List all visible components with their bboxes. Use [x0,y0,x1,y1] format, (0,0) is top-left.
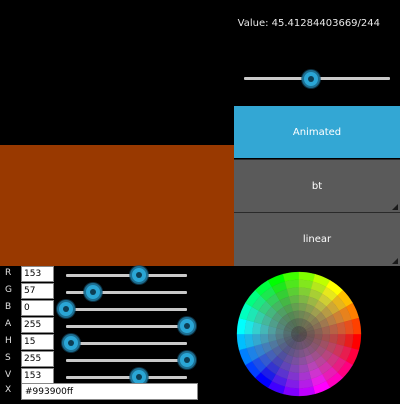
channel-row-r: R 153 [0,266,198,284]
channel-g-slider-thumb[interactable] [83,283,102,301]
linear-button[interactable]: linear [234,212,400,266]
channel-label: B [5,302,12,312]
linear-button-label: linear [302,234,332,245]
channel-b-input[interactable]: 0 [21,300,54,316]
channel-r-input[interactable]: 153 [21,266,54,282]
color-wheel-cell[interactable] [298,363,310,373]
channel-label: H [5,336,12,346]
value-label: Value: 45.41284403669/244 [237,18,380,29]
color-wheel-cell[interactable] [288,295,300,305]
animated-button-label: Animated [292,126,342,138]
channel-row-g: G 57 [0,283,198,301]
channel-a-input[interactable]: 255 [21,317,54,333]
channel-h-slider-thumb[interactable] [61,334,80,352]
corner-indicator-icon [392,258,398,264]
channel-v-slider-track[interactable] [66,376,187,379]
channel-g-input[interactable]: 57 [21,283,54,299]
corner-indicator-icon [392,204,398,210]
channel-row-h: H 15 [0,334,198,352]
channel-b-slider-thumb[interactable] [57,300,75,318]
channel-v-input[interactable]: 153 [21,368,54,384]
channel-b-slider-track[interactable] [66,308,187,311]
color-preview [0,145,234,266]
channel-h-input[interactable]: 15 [21,334,54,350]
channel-label: R [5,268,12,278]
color-wheel[interactable] [198,266,400,400]
channel-label: V [5,370,12,380]
color-wheel-panel[interactable] [198,266,400,400]
channel-s-slider-thumb[interactable] [178,351,196,369]
color-wheel-cell[interactable] [328,323,338,335]
hex-label: X [5,385,12,395]
animated-button[interactable]: Animated [234,106,400,158]
channel-s-slider-track[interactable] [66,359,187,362]
channel-r-slider-track[interactable] [66,274,187,277]
hex-input[interactable]: #993900ff [21,383,198,400]
channel-label: S [5,353,11,363]
channel-a-slider-thumb[interactable] [178,317,196,335]
channel-label: G [5,285,12,295]
channel-a-slider-track[interactable] [66,325,187,328]
channel-row-s: S 255 [0,351,198,369]
channel-row-a: A 255 [0,317,198,335]
channel-h-slider-track[interactable] [66,342,187,345]
channel-s-input[interactable]: 255 [21,351,54,367]
bt-button[interactable]: bt [234,159,400,212]
channel-label: A [5,319,12,329]
top-slider-thumb[interactable] [302,70,321,88]
channel-row-b: B 0 [0,300,198,318]
channel-r-slider-thumb[interactable] [129,266,148,284]
bt-button-label: bt [311,180,323,192]
color-wheel-cell[interactable] [260,333,270,345]
